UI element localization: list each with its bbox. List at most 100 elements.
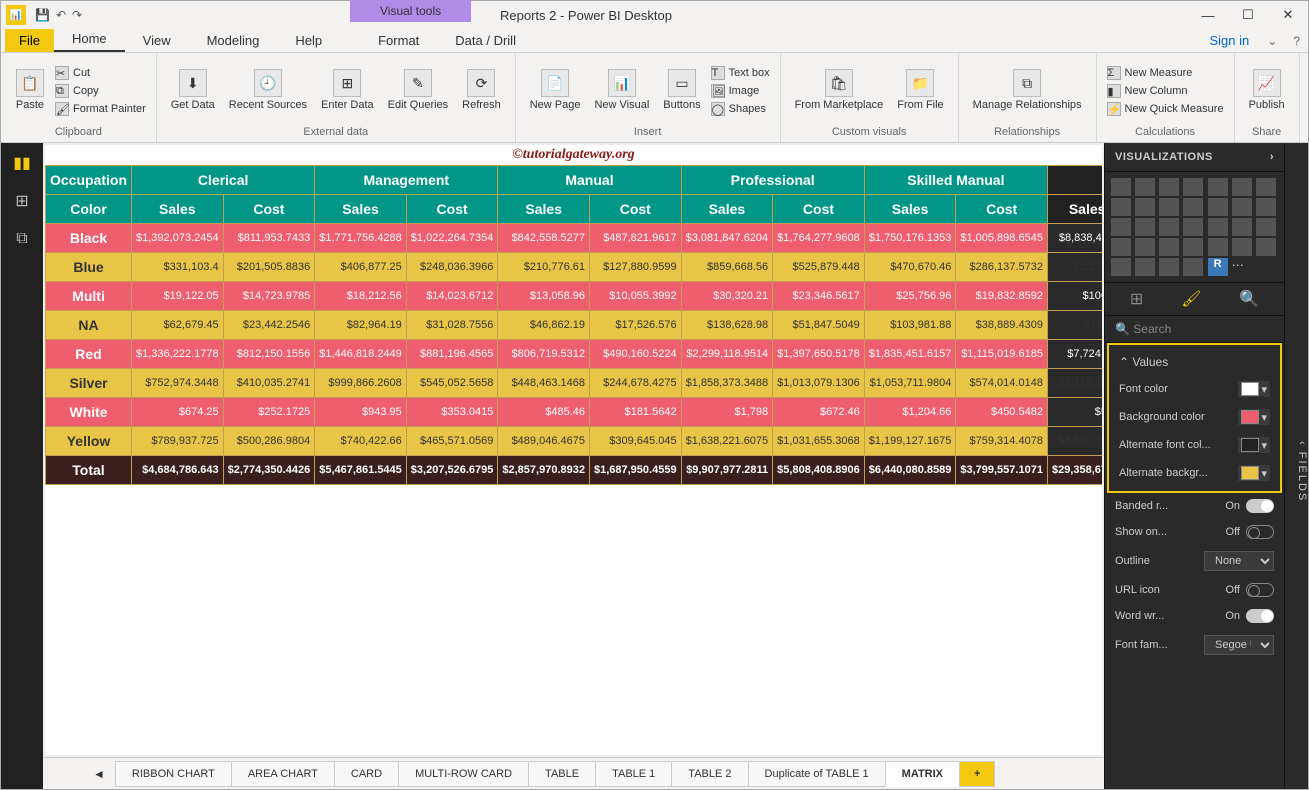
page-tab[interactable]: RIBBON CHART [115,761,232,787]
sign-in-link[interactable]: Sign in [1200,29,1260,52]
table-row[interactable]: Red$1,336,222.1778$812,150.1556$1,446,81… [46,340,1103,369]
viz-type-icon[interactable] [1111,198,1131,216]
add-page-button[interactable]: + [959,761,995,787]
publish-button[interactable]: 📈Publish [1243,67,1291,113]
viz-type-icon[interactable] [1183,178,1203,196]
viz-type-icon[interactable] [1232,198,1252,216]
sub-header[interactable]: Sales [315,195,407,224]
copy-button[interactable]: ⧉Copy [53,83,148,99]
image-button[interactable]: 🖼Image [709,83,772,99]
page-tab[interactable]: TABLE 2 [671,761,748,787]
viz-type-icon[interactable] [1135,198,1155,216]
viz-type-icon[interactable] [1208,218,1228,236]
search-input[interactable]: 🔍 Search [1105,316,1284,343]
table-row[interactable]: Yellow$789,937.725$500,286.9804$740,422.… [46,427,1103,456]
paste-button[interactable]: 📋Paste [9,67,51,113]
save-icon[interactable]: 💾 [35,8,50,22]
sub-header[interactable]: Sales [498,195,590,224]
viz-type-icon[interactable] [1256,178,1276,196]
sub-header[interactable]: Cost [406,195,498,224]
datadrill-tab[interactable]: Data / Drill [437,29,534,52]
group-header[interactable]: Clerical [132,166,315,195]
file-tab[interactable]: File [5,29,54,52]
group-header[interactable]: Skilled Manual [864,166,1047,195]
table-row[interactable]: Black$1,392,073.2454$811,953.7433$1,771,… [46,224,1103,253]
help-icon[interactable]: ? [1285,30,1308,52]
get-data-button[interactable]: ⬇Get Data [165,67,221,113]
from-marketplace-button[interactable]: 🛍From Marketplace [789,67,890,113]
view-tab[interactable]: View [125,29,189,52]
buttons-button[interactable]: ▭Buttons [657,67,706,113]
viz-type-icon[interactable] [1159,198,1179,216]
viz-type-icon[interactable] [1159,238,1179,256]
viz-type-icon[interactable] [1135,238,1155,256]
tabs-prev-button[interactable]: ◄ [83,761,115,787]
page-tab[interactable]: MULTI-ROW CARD [398,761,529,787]
alt-bg-color-picker[interactable]: ▾ [1238,465,1270,481]
viz-type-icon[interactable]: R [1208,258,1228,276]
viz-type-icon[interactable] [1183,198,1203,216]
data-view-icon[interactable]: ⊞ [10,189,34,213]
viz-type-icon[interactable] [1232,178,1252,196]
new-column-button[interactable]: ▮New Column [1105,83,1226,99]
shapes-button[interactable]: ◯Shapes [709,101,772,117]
viz-type-icon[interactable] [1232,218,1252,236]
table-row[interactable]: NA$62,679.45$23,442.2546$82,964.19$31,02… [46,311,1103,340]
minimize-button[interactable]: — [1188,1,1228,29]
maximize-button[interactable]: ☐ [1228,1,1268,29]
fields-tab-icon[interactable]: ⊞ [1130,289,1143,309]
new-page-button[interactable]: 📄New Page [524,67,587,113]
format-tab[interactable]: Format [360,29,437,52]
viz-type-icon[interactable] [1111,238,1131,256]
url-icon-toggle[interactable] [1246,583,1274,597]
total-group-header[interactable] [1047,166,1102,195]
sub-header[interactable]: Cost [956,195,1048,224]
sub-header[interactable]: Cost [773,195,865,224]
help-tab[interactable]: Help [277,29,340,52]
page-tab[interactable]: Duplicate of TABLE 1 [748,761,886,787]
viz-type-icon[interactable] [1111,258,1131,276]
outline-select[interactable]: None [1204,551,1274,571]
modeling-tab[interactable]: Modeling [189,29,278,52]
show-on-toggle[interactable] [1246,525,1274,539]
viz-type-icon[interactable] [1135,258,1155,276]
viz-type-icon[interactable] [1183,218,1203,236]
collapse-viz-icon[interactable]: › [1270,151,1274,163]
viz-type-icon[interactable] [1183,258,1203,276]
values-section-header[interactable]: ⌃ Values [1109,349,1280,375]
recent-sources-button[interactable]: 🕘Recent Sources [223,67,313,113]
viz-type-icon[interactable] [1135,178,1155,196]
page-tab[interactable]: TABLE 1 [595,761,672,787]
viz-type-icon[interactable] [1183,238,1203,256]
viz-type-icon[interactable] [1159,258,1179,276]
table-row[interactable]: White$674.25$252.1725$943.95$353.0415$48… [46,398,1103,427]
page-tab[interactable]: AREA CHART [231,761,335,787]
home-tab[interactable]: Home [54,27,125,52]
group-header[interactable]: Professional [681,166,864,195]
group-header[interactable]: Management [315,166,498,195]
page-tab[interactable]: CARD [334,761,399,787]
banded-rows-toggle[interactable] [1246,499,1274,513]
viz-type-icon[interactable] [1256,198,1276,216]
redo-icon[interactable]: ↷ [72,8,82,22]
undo-icon[interactable]: ↶ [56,8,66,22]
new-visual-button[interactable]: 📊New Visual [588,67,655,113]
cut-button[interactable]: ✂Cut [53,65,148,81]
format-painter-button[interactable]: 🖌Format Painter [53,101,148,117]
viz-type-icon[interactable] [1159,178,1179,196]
page-tab[interactable]: TABLE [528,761,596,787]
textbox-button[interactable]: TText box [709,65,772,81]
viz-type-icon[interactable] [1208,238,1228,256]
total-sub-header[interactable]: Sales [1047,195,1102,224]
table-row[interactable]: Multi$19,122.05$14,723.9785$18,212.56$14… [46,282,1103,311]
bg-color-picker[interactable]: ▾ [1238,409,1270,425]
close-button[interactable]: ✕ [1268,1,1308,29]
group-header[interactable]: Manual [498,166,681,195]
new-quick-measure-button[interactable]: ⚡New Quick Measure [1105,101,1226,117]
enter-data-button[interactable]: ⊞Enter Data [315,67,380,113]
format-tab-icon[interactable]: 🖌 [1181,289,1201,309]
viz-type-icon[interactable] [1159,218,1179,236]
viz-type-icon[interactable] [1232,238,1252,256]
sub-header[interactable]: Cost [223,195,315,224]
viz-type-icon[interactable] [1208,198,1228,216]
